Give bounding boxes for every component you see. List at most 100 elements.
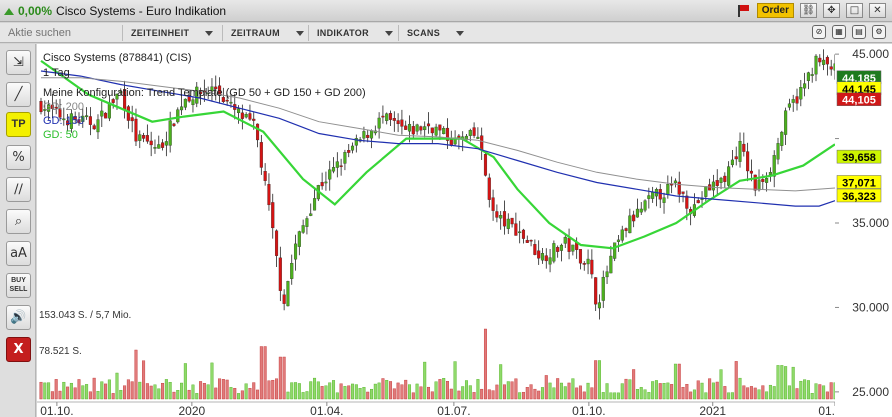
link-icon[interactable]: ⛓ bbox=[800, 3, 817, 18]
volume-bar bbox=[252, 382, 256, 400]
volume-bar bbox=[309, 381, 313, 400]
menu-scans[interactable]: SCANS bbox=[398, 25, 465, 41]
candle-body bbox=[567, 237, 571, 252]
candle-body bbox=[237, 108, 241, 114]
volume-bar bbox=[328, 382, 332, 400]
legend-instrument: Cisco Systems (878841) (CIS) bbox=[43, 52, 192, 64]
volume-bar bbox=[187, 389, 191, 400]
menu-zeitraum[interactable]: ZEITRAUM bbox=[222, 25, 304, 41]
volume-bar bbox=[115, 372, 119, 400]
layout-icon[interactable]: ▤ bbox=[852, 25, 866, 39]
volume-label: 153.043 S. / 5,7 Mio. bbox=[39, 310, 132, 321]
volume-bar bbox=[818, 384, 822, 400]
volume-bar bbox=[480, 388, 484, 400]
volume-bar bbox=[715, 381, 719, 400]
candle-body bbox=[803, 83, 807, 89]
close-chart-button[interactable]: X bbox=[6, 337, 31, 362]
font-size-button[interactable]: aA bbox=[6, 241, 31, 266]
parallel-lines-button[interactable]: ∕∕ bbox=[6, 177, 31, 202]
alert-flag-icon[interactable] bbox=[737, 4, 751, 18]
volume-bar bbox=[39, 381, 43, 400]
volume-bar bbox=[590, 387, 594, 400]
volume-bar bbox=[575, 387, 579, 400]
volume-bar bbox=[776, 365, 780, 400]
maximize-icon[interactable]: □ bbox=[846, 3, 863, 18]
candle-body bbox=[369, 130, 374, 139]
volume-bar bbox=[66, 386, 70, 400]
price-label: 44,105 bbox=[842, 95, 876, 107]
y-tick-label: 25.000 bbox=[852, 385, 889, 399]
volume-bar bbox=[214, 387, 218, 400]
volume-bar bbox=[784, 366, 788, 400]
volume-bar bbox=[96, 391, 100, 400]
chart-area[interactable]: 01.10.202001.04.01.07.01.10.202101.04. 2… bbox=[37, 44, 892, 417]
candle-body bbox=[423, 126, 427, 131]
candle-body bbox=[362, 131, 366, 139]
search-input[interactable] bbox=[6, 25, 116, 41]
candle-body bbox=[381, 115, 385, 118]
candle-body bbox=[366, 134, 370, 138]
candle-body bbox=[388, 113, 393, 120]
volume-bar bbox=[681, 387, 685, 400]
candle-body bbox=[134, 118, 138, 142]
volume-bar bbox=[727, 392, 731, 400]
volume-bar bbox=[594, 360, 598, 400]
menu-indikator[interactable]: INDIKATOR bbox=[308, 25, 393, 41]
volume-bar bbox=[746, 387, 750, 400]
chevron-down-icon bbox=[456, 30, 465, 36]
volume-bar bbox=[195, 393, 199, 400]
candle-body bbox=[252, 118, 256, 121]
candle-body bbox=[229, 101, 233, 104]
candle-body bbox=[225, 99, 229, 102]
candle-body bbox=[324, 181, 328, 184]
trend-template-button[interactable]: TP bbox=[6, 112, 31, 137]
volume-bar bbox=[430, 391, 434, 400]
zoom-button[interactable]: ⌕ bbox=[6, 209, 31, 234]
move-icon[interactable]: ✥ bbox=[823, 3, 840, 18]
cursor-tool-button[interactable]: ⇲ bbox=[6, 50, 31, 75]
volume-bar bbox=[370, 388, 374, 400]
order-button[interactable]: Order bbox=[756, 3, 794, 18]
volume-bar bbox=[658, 383, 662, 400]
table-icon[interactable]: ▦ bbox=[832, 25, 846, 39]
candle-body bbox=[472, 127, 476, 136]
close-icon[interactable]: ✕ bbox=[869, 3, 886, 18]
candle-body bbox=[578, 249, 583, 264]
volume-bar bbox=[772, 386, 776, 400]
candle-body bbox=[335, 161, 339, 168]
candle-body bbox=[658, 189, 662, 200]
legend-config: Meine Konfiguration: Trend Template (GD … bbox=[43, 87, 366, 99]
volume-bar bbox=[628, 379, 632, 400]
volume-bar bbox=[271, 379, 275, 400]
volume-bar bbox=[138, 381, 142, 400]
candle-body bbox=[191, 99, 195, 106]
percent-tool-button[interactable]: % bbox=[6, 145, 31, 170]
buy-sell-button[interactable]: BUY SELL bbox=[6, 273, 31, 298]
volume-bar bbox=[738, 377, 742, 400]
volume-bar bbox=[442, 378, 446, 400]
candle-body bbox=[814, 55, 818, 75]
candle-body bbox=[347, 150, 351, 153]
volume-bar bbox=[282, 356, 286, 400]
candle-body bbox=[784, 110, 788, 135]
price-chart[interactable]: 01.10.202001.04.01.07.01.10.202101.04. 2… bbox=[37, 44, 892, 417]
volume-bar bbox=[389, 381, 393, 400]
candle-body bbox=[255, 123, 260, 141]
candle-body bbox=[609, 255, 613, 274]
volume-button[interactable]: 🔊 bbox=[6, 305, 31, 330]
volume-bar bbox=[438, 379, 442, 400]
volume-bar bbox=[461, 386, 465, 400]
candle-body bbox=[582, 263, 586, 265]
menu-zeiteinheit[interactable]: ZEITEINHEIT bbox=[122, 25, 214, 41]
candle-body bbox=[92, 125, 96, 130]
compare-icon[interactable]: ⊘ bbox=[812, 25, 826, 39]
settings-icon[interactable]: ⚙ bbox=[872, 25, 886, 39]
volume-bar bbox=[670, 384, 674, 400]
candle-body bbox=[829, 66, 833, 70]
candle-body bbox=[548, 257, 552, 265]
candle-body bbox=[495, 211, 499, 218]
candle-body bbox=[525, 239, 529, 243]
volume-bar bbox=[427, 386, 431, 400]
volume-bar bbox=[305, 391, 309, 400]
line-tool-button[interactable]: ╱ bbox=[6, 82, 31, 107]
